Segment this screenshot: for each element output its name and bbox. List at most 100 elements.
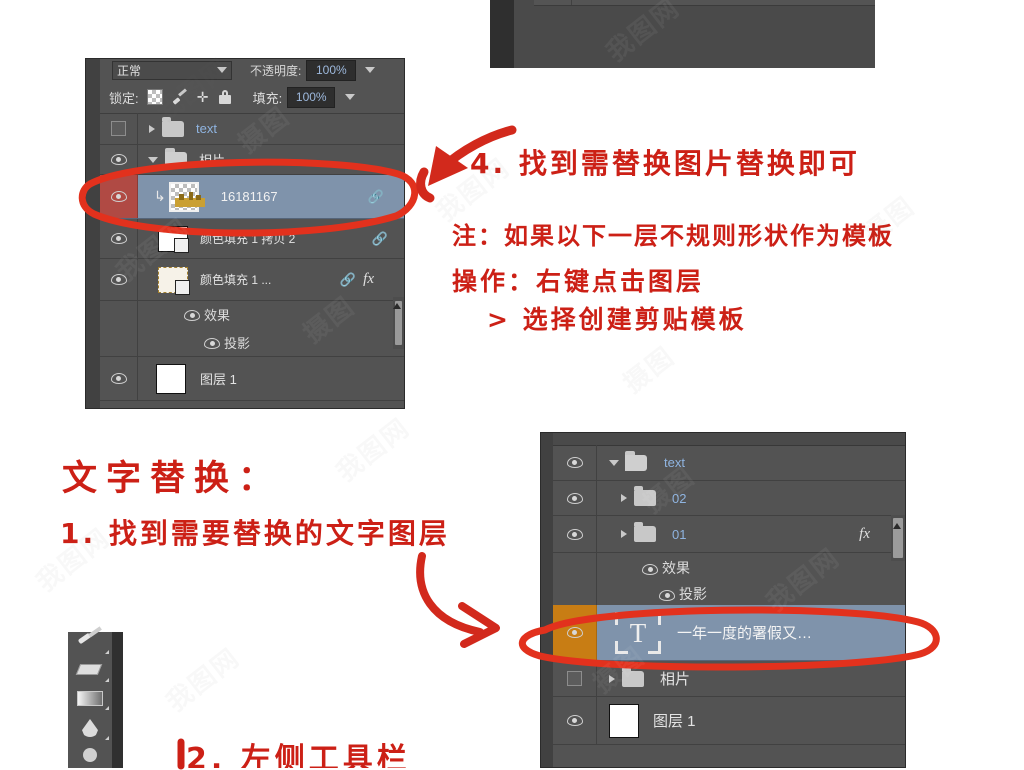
opacity-field[interactable]: 100%: [306, 59, 357, 81]
eye-icon[interactable]: [110, 154, 127, 165]
effects-eyecell: [553, 553, 597, 583]
blur-tool-icon[interactable]: [68, 714, 123, 744]
layer-row-fill-copy2[interactable]: 颜色填充 1 拷贝 2 🔗: [100, 219, 404, 259]
opacity-label: 不透明度:: [250, 63, 302, 78]
dodge-tool-icon[interactable]: [68, 744, 123, 768]
eye-icon[interactable]: [566, 715, 583, 726]
folder-icon: [634, 522, 656, 542]
scroll-up-arrow-icon[interactable]: [893, 523, 901, 529]
visibility-toggle-16181167[interactable]: [100, 175, 138, 218]
visibility-toggle-tuceng1[interactable]: [553, 697, 597, 744]
effect-name: 效果: [204, 308, 231, 323]
fx-icon[interactable]: fx: [859, 526, 870, 543]
visibility-toggle-01[interactable]: [553, 516, 597, 552]
link-icon[interactable]: 🔗: [368, 189, 384, 205]
visibility-toggle-text-layer[interactable]: [553, 605, 597, 660]
chevron-down-icon[interactable]: [217, 67, 227, 73]
opacity-stepper-icon[interactable]: [365, 67, 376, 73]
eye-off-icon[interactable]: [111, 121, 126, 136]
effect-row-touying-lower[interactable]: 投影: [553, 583, 905, 605]
all-lock-icon[interactable]: [218, 90, 231, 104]
lower-panel-left-strip: [541, 433, 553, 767]
eye-icon[interactable]: [110, 373, 127, 384]
eye-icon[interactable]: [110, 191, 127, 202]
eye-icon[interactable]: [204, 337, 220, 349]
tool-expand-corner-icon[interactable]: [105, 736, 109, 740]
effects-eyecell: [100, 328, 138, 356]
visibility-toggle-xiangpian[interactable]: [553, 661, 597, 696]
layer-row-tuceng1-lower[interactable]: 图层 1: [553, 697, 905, 745]
visibility-toggle-text[interactable]: [553, 445, 597, 480]
layer-thumbnail[interactable]: [158, 266, 190, 295]
layer-row-16181167[interactable]: ↳ 16181167 🔗: [100, 175, 404, 219]
gradient-tool-icon[interactable]: [68, 686, 123, 714]
layer-row-fill-1[interactable]: 颜色填充 1 ... 🔗 fx: [100, 259, 404, 301]
eye-icon[interactable]: [110, 233, 127, 244]
visibility-toggle-xiangpian[interactable]: [100, 145, 138, 174]
visibility-toggle[interactable]: [534, 0, 572, 5]
link-icon[interactable]: 🔗: [340, 272, 356, 288]
eye-icon[interactable]: [566, 627, 583, 638]
transparency-lock-icon[interactable]: [146, 89, 163, 105]
effect-row-touying[interactable]: 投影: [100, 328, 404, 357]
brush-lock-icon[interactable]: [172, 87, 187, 105]
effect-row-xiaoguo[interactable]: 效果: [100, 301, 404, 328]
top-fragment-panel: pic01: [490, 0, 875, 68]
eye-icon[interactable]: [566, 457, 583, 468]
visibility-toggle-02[interactable]: [553, 481, 597, 515]
eraser-tool-icon[interactable]: [68, 658, 123, 686]
layer-thumbnail[interactable]: [609, 703, 639, 738]
layer-row-text-selected[interactable]: T 一年一度的署假又…: [553, 605, 905, 661]
eye-icon[interactable]: [566, 492, 583, 504]
eye-icon[interactable]: [642, 563, 658, 575]
layer-thumbnail[interactable]: [158, 225, 189, 253]
folder-open-icon: [625, 450, 647, 471]
scroll-up-arrow-icon[interactable]: [393, 303, 401, 309]
chevron-right-icon[interactable]: [149, 124, 155, 133]
visibility-toggle-fill-copy2[interactable]: [100, 219, 138, 258]
blend-mode-select[interactable]: 正常: [112, 60, 232, 80]
effect-row-xiaoguo-lower[interactable]: 效果: [553, 553, 905, 583]
layer-row-xiangpian-lower[interactable]: 相片: [553, 661, 905, 697]
chevron-right-icon[interactable]: [621, 494, 627, 502]
chevron-right-icon[interactable]: [621, 530, 627, 538]
eye-icon[interactable]: [659, 589, 675, 601]
fill-stepper-icon[interactable]: [345, 94, 356, 100]
chevron-right-icon[interactable]: [609, 674, 615, 683]
eye-off-icon[interactable]: [567, 671, 582, 686]
layer-row-02[interactable]: 02: [553, 481, 905, 516]
visibility-toggle-text[interactable]: [100, 113, 138, 144]
layer-name: 颜色填充 1 拷贝 2: [200, 232, 296, 246]
fx-icon[interactable]: fx: [363, 271, 374, 288]
chevron-down-icon[interactable]: [148, 156, 158, 163]
visibility-toggle-tuceng1[interactable]: [100, 357, 138, 400]
tool-expand-corner-icon[interactable]: [105, 706, 109, 710]
tool-expand-corner-icon[interactable]: [105, 650, 109, 654]
layer-row-text-group[interactable]: text: [553, 445, 905, 481]
chevron-down-icon[interactable]: [609, 459, 619, 466]
layer-thumbnail[interactable]: [168, 181, 205, 212]
fill-field[interactable]: 100%: [287, 86, 336, 108]
layer-thumbnail[interactable]: [156, 363, 186, 394]
layer-row-01[interactable]: 01 fx: [553, 516, 905, 553]
blend-opacity-row: 正常 不透明度: 100%: [100, 59, 404, 81]
layer-name: 16181167: [220, 189, 278, 204]
text-layer-thumbnail[interactable]: T: [615, 611, 661, 654]
move-lock-icon[interactable]: ✛: [196, 90, 210, 104]
eye-icon[interactable]: [566, 528, 583, 540]
layer-row-xiangpian[interactable]: 相片: [100, 145, 404, 175]
blend-mode-value: 正常: [117, 63, 142, 78]
layer-row-pic01[interactable]: pic01: [534, 0, 875, 6]
link-icon[interactable]: 🔗: [372, 231, 388, 247]
layer-row-text[interactable]: text: [100, 113, 404, 145]
eye-icon[interactable]: [184, 310, 200, 321]
watermark-text: 我图网: [161, 642, 246, 718]
eye-icon[interactable]: [110, 274, 127, 285]
tool-expand-corner-icon[interactable]: [105, 678, 109, 682]
layer-name: 01: [672, 526, 687, 542]
layer-row-tuceng1[interactable]: 图层 1: [100, 357, 404, 401]
lower-panel-scrollbar[interactable]: [891, 515, 905, 561]
layer-name: 相片: [199, 153, 226, 168]
visibility-toggle-fill-1[interactable]: [100, 259, 138, 300]
brush-tool-icon[interactable]: [68, 626, 123, 658]
